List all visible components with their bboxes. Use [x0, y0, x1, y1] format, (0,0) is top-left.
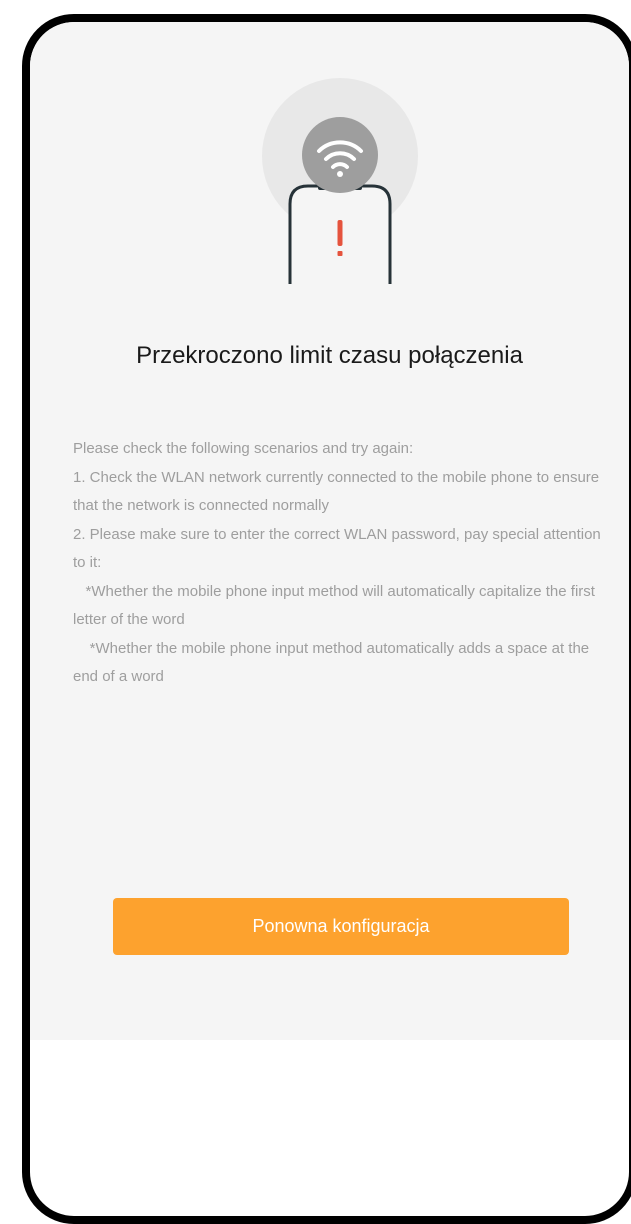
wifi-icon: [302, 117, 378, 193]
instruction-line: 1. Check the WLAN network currently conn…: [73, 468, 604, 515]
connection-illustration: [260, 74, 420, 284]
connection-timeout-screen: Przekroczono limit czasu połączenia Plea…: [30, 22, 629, 1040]
device-frame: Przekroczono limit czasu połączenia Plea…: [22, 14, 631, 1224]
instruction-line: *Whether the mobile phone input method a…: [73, 639, 594, 686]
connection-illustration-graphic: [262, 78, 418, 284]
page-title: Przekroczono limit czasu połączenia: [136, 342, 523, 369]
instruction-line: *Whether the mobile phone input method w…: [73, 582, 600, 629]
troubleshooting-instructions: Please check the following scenarios and…: [73, 435, 613, 692]
reconfigure-button[interactable]: Ponowna konfiguracja: [113, 898, 569, 955]
instruction-line: Please check the following scenarios and…: [73, 440, 414, 457]
instruction-line: 2. Please make sure to enter the correct…: [73, 525, 605, 572]
